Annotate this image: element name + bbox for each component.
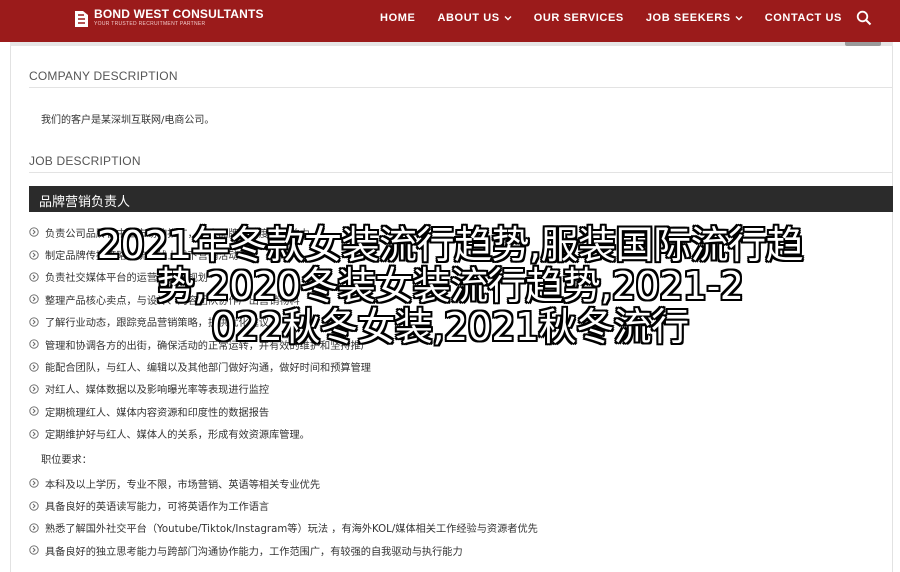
arrow-circle-icon <box>29 429 39 439</box>
company-description-text: 我们的客户是某深圳互联网/电商公司。 <box>41 115 215 126</box>
overlay-headline: 2021年冬款女装流行趋势,服装国际流行趋 势,2020冬装女装流行趋势,202… <box>0 225 900 348</box>
list-item: 本科及以上学历，专业不限，市场营销、英语等相关专业优先 <box>29 472 538 494</box>
overlay-line: 022秋冬女装,2021秋冬流行 <box>211 305 689 349</box>
divider <box>29 87 893 88</box>
list-item: 具备良好的英语读写能力，可将英语作为工作语言 <box>29 494 538 516</box>
chevron-down-icon <box>504 14 512 22</box>
job-description-heading: JOB DESCRIPTION <box>29 154 141 168</box>
job-title: 品牌营销负责人 <box>39 195 131 210</box>
site-header: BOND WEST CONSULTANTS YOUR TRUSTED RECRU… <box>0 0 900 42</box>
main-nav: HOME ABOUT US OUR SERVICES JOB SEEKERS C… <box>380 0 900 36</box>
nav-our-services[interactable]: OUR SERVICES <box>534 12 624 24</box>
job-title-bar: 品牌营销负责人 <box>29 186 893 212</box>
arrow-circle-icon <box>29 523 39 533</box>
brand-tagline: YOUR TRUSTED RECRUITMENT PARTNER <box>94 21 206 27</box>
brand-name: BOND WEST CONSULTANTS <box>94 7 264 21</box>
divider <box>29 172 893 173</box>
overlay-line: 2021年冬款女装流行趋势,服装国际流行趋 <box>96 223 804 267</box>
list-item: 定期维护好与红人、媒体人的关系，形成有效资源库管理。 <box>29 423 371 445</box>
nav-home[interactable]: HOME <box>380 12 415 24</box>
list-item: 熟悉了解国外社交平台（Youtube/Tiktok/Instagram等）玩法 … <box>29 517 538 539</box>
brand-logo[interactable]: BOND WEST CONSULTANTS YOUR TRUSTED RECRU… <box>74 8 264 34</box>
list-item: 具备良好的独立思考能力与跨部门沟通协作能力，工作范围广，有较强的自我驱动与执行能… <box>29 539 538 561</box>
overlay-line: 势,2020冬装女装流行趋势,2021-2 <box>156 264 744 308</box>
chevron-down-icon <box>735 14 743 22</box>
nav-contact-us[interactable]: CONTACT US <box>765 12 842 24</box>
list-item: 定期梳理红人、媒体内容资源和印度性的数据报告 <box>29 400 371 422</box>
search-icon[interactable] <box>856 10 872 26</box>
logo-mark-icon <box>74 10 90 28</box>
nav-job-seekers[interactable]: JOB SEEKERS <box>646 12 743 24</box>
nav-about-us[interactable]: ABOUT US <box>437 12 512 24</box>
list-item: 能配合团队，与红人、编辑以及其他部门做好沟通，做好时间和预算管理 <box>29 355 371 377</box>
arrow-circle-icon <box>29 406 39 416</box>
arrow-circle-icon <box>29 384 39 394</box>
list-item: 对红人、媒体数据以及影响曝光率等表现进行监控 <box>29 378 371 400</box>
arrow-circle-icon <box>29 500 39 511</box>
arrow-circle-icon <box>29 361 39 372</box>
requirements-heading: 职位要求： <box>41 455 92 466</box>
requirements-list: 本科及以上学历，专业不限，市场营销、英语等相关专业优先 具备良好的英语读写能力，… <box>29 472 538 562</box>
arrow-circle-icon <box>29 545 39 556</box>
arrow-circle-icon <box>29 478 39 488</box>
company-description-heading: COMPANY DESCRIPTION <box>29 69 178 83</box>
